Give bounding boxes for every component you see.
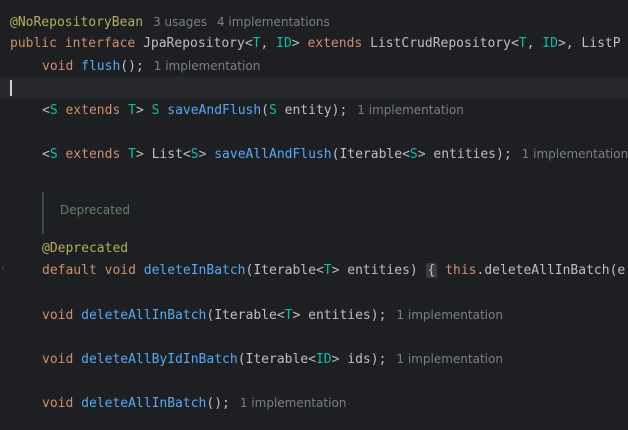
type-param-id: ID: [276, 36, 292, 51]
keyword-void: void: [104, 263, 136, 278]
type-param-id: ID: [315, 352, 332, 367]
method-save-all-and-flush: saveAllAndFlush: [214, 147, 332, 162]
parent-interface: ListCrudRepository: [370, 36, 511, 51]
implementations-hint[interactable]: 1 implementation: [357, 103, 464, 117]
type-param-s: S: [49, 103, 58, 118]
folded-block-brace[interactable]: {: [425, 263, 438, 278]
keyword-void: void: [42, 59, 74, 74]
implementations-hint[interactable]: 4 implementations: [217, 15, 330, 29]
code-line-deprecated-annotation: @Deprecated: [42, 238, 628, 260]
keyword-this: this: [445, 263, 477, 278]
annotation-norepositorybean: @NoRepositoryBean: [10, 15, 144, 30]
param-entities: > entities): [331, 263, 426, 278]
angle-close: >: [135, 103, 144, 118]
current-line[interactable]: [0, 77, 628, 99]
angle-open: <: [42, 147, 50, 162]
implementations-hint[interactable]: 1 implementation: [396, 308, 503, 322]
type-param-t: T: [128, 147, 136, 162]
type-param-s: S: [409, 147, 418, 162]
keyword-extends: extends: [307, 36, 363, 51]
param-ids: > ids);: [331, 352, 387, 367]
keyword-void: void: [42, 352, 74, 367]
method-delete-in-batch: deleteInBatch: [143, 263, 246, 278]
type-param-t: T: [323, 263, 332, 278]
code-line-save-all-and-flush: <S extends T> List<S> saveAllAndFlush(It…: [42, 143, 628, 165]
fold-chevron-icon[interactable]: ›: [0, 262, 6, 276]
method-flush: flush: [81, 59, 121, 74]
return-type-list: List<: [151, 147, 191, 162]
code-line-delete-all-by-id-in-batch: void deleteAllByIdInBatch(Iterable<ID> i…: [42, 348, 628, 370]
keyword-interface: interface: [64, 36, 136, 51]
param-type-iterable: (Iterable<: [237, 352, 316, 367]
angle-open: <: [42, 103, 50, 118]
angle-close: >: [135, 147, 152, 162]
method-save-and-flush: saveAndFlush: [167, 103, 262, 118]
paren-open: (: [261, 103, 269, 118]
code-line-interface-declaration: public interface JpaRepository<T, ID> ex…: [10, 33, 628, 55]
angle-open: <: [510, 36, 519, 51]
method-delete-all-in-batch: deleteAllInBatch: [81, 308, 207, 323]
javadoc-deprecated-text: Deprecated: [60, 203, 130, 217]
keyword-void: void: [42, 396, 74, 411]
keyword-void: void: [42, 308, 74, 323]
code-line-delete-all-in-batch-noarg: void deleteAllInBatch(); 1 implementation: [42, 392, 628, 414]
type-param-s: S: [49, 147, 58, 162]
param-type-iterable: (Iterable<: [331, 147, 410, 162]
param-type-s: S: [269, 103, 277, 118]
code-line-delete-in-batch: default void deleteInBatch(Iterable<T> e…: [42, 260, 628, 282]
keyword-extends: extends: [65, 103, 121, 118]
method-delete-all-by-id-in-batch: deleteAllByIdInBatch: [81, 352, 238, 367]
parent-interface-rest: >, ListP: [557, 36, 621, 51]
param-entities: > entities);: [417, 147, 512, 162]
parens: ();: [120, 59, 144, 74]
angle-close: >: [198, 147, 215, 162]
annotation-deprecated: @Deprecated: [42, 241, 129, 256]
interface-name: JpaRepository: [143, 36, 245, 51]
param-type-iterable: (Iterable<: [245, 263, 324, 278]
angle-open: <: [244, 36, 253, 51]
type-param-t: T: [518, 36, 527, 51]
keyword-public: public: [10, 36, 57, 51]
rendered-javadoc[interactable]: Deprecated: [42, 192, 244, 234]
method-delete-all-in-batch: deleteAllInBatch: [81, 396, 207, 411]
implementations-hint[interactable]: 1 implementation: [396, 352, 503, 366]
implementations-hint[interactable]: 1 implementation: [240, 396, 347, 410]
code-line-save-and-flush: <S extends T> S saveAndFlush(S entity); 1…: [42, 99, 628, 121]
param-entities: > entities);: [292, 308, 387, 323]
angle-close: >: [291, 36, 300, 51]
comma: ,: [526, 36, 543, 51]
code-line-flush: void flush(); 1 implementation: [42, 55, 628, 77]
code-line-delete-all-in-batch: void deleteAllInBatch(Iterable<T> entiti…: [42, 304, 628, 326]
comma: ,: [260, 36, 277, 51]
text-caret: [10, 80, 12, 96]
type-param-s: S: [190, 147, 199, 162]
parens: ();: [206, 396, 230, 411]
keyword-default: default: [42, 263, 97, 278]
code-line-annotation: @NoRepositoryBean 3 usages 4 implementatio…: [10, 11, 628, 33]
implementations-hint[interactable]: 1 implementation: [154, 59, 261, 73]
param-entity: entity);: [276, 103, 348, 118]
type-param-t: T: [128, 103, 136, 118]
method-call-delete-all-in-batch: .deleteAllInBatch(e: [476, 263, 626, 278]
implementations-hint[interactable]: 1 implementation: [522, 147, 628, 161]
type-param-id: ID: [542, 36, 558, 51]
keyword-extends: extends: [65, 147, 121, 162]
param-type-iterable: (Iterable<: [206, 308, 285, 323]
usages-hint[interactable]: 3 usages: [153, 15, 207, 29]
